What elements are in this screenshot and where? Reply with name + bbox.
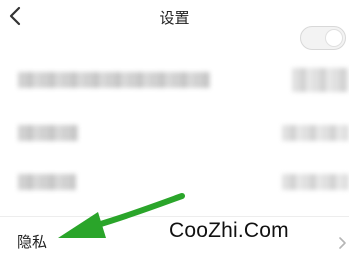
navigation-bar: 设置 <box>0 0 349 36</box>
page-title: 设置 <box>159 9 190 27</box>
obscured-value <box>282 174 349 190</box>
obscured-value <box>292 68 349 92</box>
obscured-label <box>18 72 210 88</box>
toggle-knob <box>325 29 343 47</box>
toggle-switch[interactable] <box>300 26 346 50</box>
watermark-text: CooZhi.Com <box>169 219 289 242</box>
privacy-label: 隐私 <box>17 233 48 251</box>
settings-row-obscured[interactable] <box>0 108 349 156</box>
obscured-label <box>18 174 76 190</box>
obscured-label <box>18 125 78 141</box>
obscured-value <box>282 125 349 141</box>
chevron-right-icon <box>338 235 348 251</box>
settings-row-obscured[interactable] <box>0 56 349 104</box>
